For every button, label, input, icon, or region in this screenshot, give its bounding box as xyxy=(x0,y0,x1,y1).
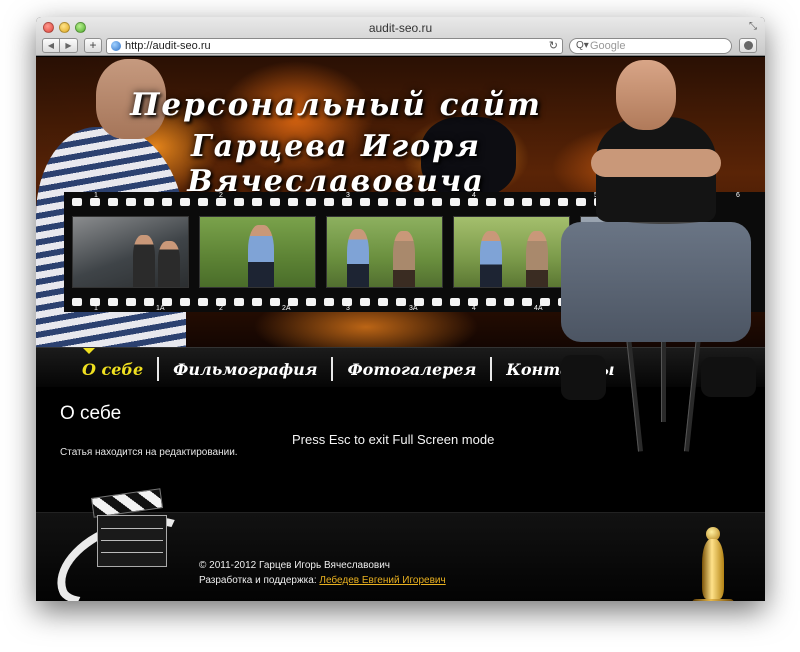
film-frame-figure xyxy=(393,231,415,287)
frame-number: 1 xyxy=(94,192,98,199)
browser-window: audit-seo.ru ⤡ ◀ ▶ + http://audit-seo.ru… xyxy=(36,17,765,601)
active-pointer-icon xyxy=(83,348,95,354)
fullscreen-arrows-icon[interactable]: ⤡ xyxy=(747,21,759,33)
film-frame-photo[interactable] xyxy=(453,216,570,288)
reload-icon[interactable]: ↻ xyxy=(549,39,558,52)
nav-item-filmography[interactable]: Фильмография xyxy=(159,360,331,379)
globe-icon xyxy=(111,41,121,51)
film-frame-figure xyxy=(133,235,155,287)
search-placeholder: Google xyxy=(590,40,626,52)
downloads-icon xyxy=(744,41,753,50)
photo-man-on-stool xyxy=(561,57,761,452)
oscar-statuette-base xyxy=(692,599,734,601)
clapper-board xyxy=(97,515,167,567)
clapper-sticks xyxy=(90,488,164,518)
search-input[interactable]: Q▾ Google xyxy=(569,38,732,54)
copyright-text: © 2011-2012 Гарцев Игорь Вячеславович xyxy=(199,560,390,571)
film-frame-figure xyxy=(526,231,548,287)
frame-label: 4 xyxy=(472,305,476,312)
clapperboard-icon xyxy=(43,487,212,601)
film-frame-figure xyxy=(248,225,274,287)
film-frame-photo[interactable] xyxy=(199,216,316,288)
nav-item-gallery[interactable]: Фотогалерея xyxy=(333,360,490,379)
film-frame-figure xyxy=(158,241,180,287)
fullscreen-notice: Press Esc to exit Full Screen mode xyxy=(292,432,495,447)
frame-label: 1A xyxy=(156,305,165,312)
film-frame-photo[interactable] xyxy=(326,216,443,288)
nav-items: О себе Фильмография Фотогалерея Контакты xyxy=(68,357,629,381)
developer-prefix: Разработка и поддержка: xyxy=(199,575,317,586)
oscar-statuette-body xyxy=(702,539,724,599)
man-shoe xyxy=(561,355,606,400)
nav-item-about[interactable]: О себе xyxy=(68,360,157,379)
web-page: Персональный сайт Гарцева Игоря Вячеслав… xyxy=(36,57,765,601)
film-frame-figure xyxy=(480,231,502,287)
frame-number: 2 xyxy=(219,192,223,199)
downloads-button[interactable] xyxy=(739,38,757,53)
frame-label: 1 xyxy=(94,305,98,312)
forward-button[interactable]: ▶ xyxy=(60,38,78,53)
magnifier-icon[interactable]: Q▾ xyxy=(576,40,589,51)
film-frame-photo[interactable] xyxy=(72,216,189,288)
frame-label: 2 xyxy=(219,305,223,312)
frame-label: 3A xyxy=(409,305,418,312)
developer-link[interactable]: Лебедев Евгений Игоревич xyxy=(319,575,445,586)
developer-line: Разработка и поддержка: Лебедев Евгений … xyxy=(199,575,446,586)
man-shoe xyxy=(701,357,756,397)
man-legs xyxy=(561,222,751,342)
site-title-line2: Гарцева Игоря Вячеславовича xyxy=(187,129,485,199)
man-arms xyxy=(591,149,721,177)
history-buttons: ◀ ▶ xyxy=(42,38,78,53)
article-text: Статья находится на редактировании. xyxy=(60,447,238,458)
url-text[interactable]: http://audit-seo.ru xyxy=(125,40,211,52)
man-head xyxy=(616,60,676,130)
site-title: Персональный сайт Гарцева Игоря Вячеслав… xyxy=(76,87,596,199)
back-button[interactable]: ◀ xyxy=(42,38,60,53)
film-frame-figure xyxy=(347,229,369,287)
page-title: О себе xyxy=(60,403,122,424)
add-bookmark-button[interactable]: + xyxy=(84,38,102,53)
title-bar: audit-seo.ru ⤡ ◀ ▶ + http://audit-seo.ru… xyxy=(36,17,765,56)
frame-label: 4A xyxy=(534,305,543,312)
frame-number: 3 xyxy=(346,192,350,199)
frame-label: 2A xyxy=(282,305,291,312)
site-title-line1: Персональный сайт xyxy=(130,87,542,123)
frame-label: 3 xyxy=(346,305,350,312)
oscar-statuette-icon xyxy=(688,527,738,601)
window-title: audit-seo.ru xyxy=(368,21,433,35)
frame-number: 4 xyxy=(472,192,476,199)
address-bar[interactable]: http://audit-seo.ru ↻ xyxy=(106,38,563,54)
